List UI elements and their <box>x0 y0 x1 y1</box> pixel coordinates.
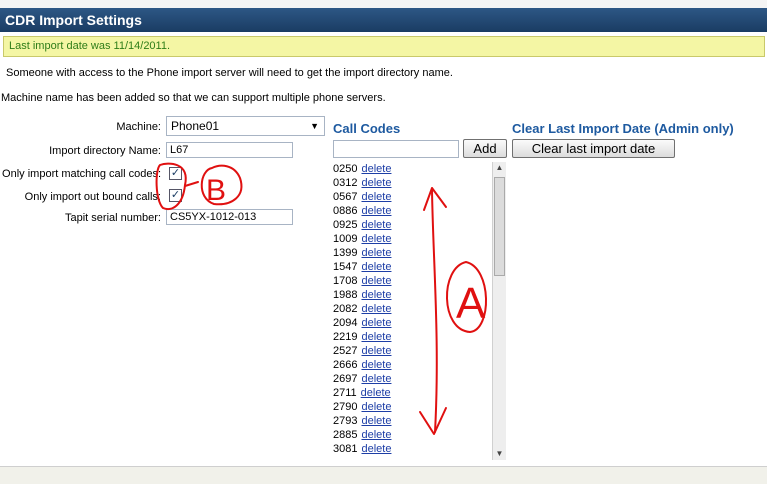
call-code-row: 1988 delete <box>333 288 506 302</box>
delete-call-code-link[interactable]: delete <box>361 345 391 357</box>
call-codes-heading: Call Codes <box>333 121 401 136</box>
delete-call-code-link[interactable]: delete <box>361 317 391 329</box>
delete-call-code-link[interactable]: delete <box>361 359 391 371</box>
call-code-row: 0312 delete <box>333 176 506 190</box>
delete-call-code-link[interactable]: delete <box>361 163 391 175</box>
match-call-codes-label: Only import matching call codes: <box>2 168 161 180</box>
match-call-codes-checkbox[interactable]: ✓ <box>169 167 182 180</box>
delete-call-code-link[interactable]: delete <box>361 205 391 217</box>
delete-call-code-link[interactable]: delete <box>361 247 391 259</box>
info-text-machine-name: Machine name has been added so that we c… <box>1 92 386 104</box>
delete-call-code-link[interactable]: delete <box>361 261 391 273</box>
call-code-value: 1708 <box>333 275 358 287</box>
call-code-row: 0925 delete <box>333 218 506 232</box>
delete-call-code-link[interactable]: delete <box>361 373 391 385</box>
call-code-value: 0312 <box>333 177 358 189</box>
call-code-value: 2082 <box>333 303 358 315</box>
annotation-b-connector <box>184 181 199 187</box>
call-code-row: 2094 delete <box>333 316 506 330</box>
call-code-row: 2711 delete <box>333 386 506 400</box>
delete-call-code-link[interactable]: delete <box>361 233 391 245</box>
call-code-value: 2666 <box>333 359 358 371</box>
scroll-down-icon[interactable]: ▼ <box>493 448 506 460</box>
call-code-value: 2697 <box>333 373 358 385</box>
call-code-row: 0250 delete <box>333 162 506 176</box>
call-code-row: 3081 delete <box>333 442 506 456</box>
call-code-row: 1547 delete <box>333 260 506 274</box>
annotation-b-label: B <box>206 174 226 207</box>
delete-call-code-link[interactable]: delete <box>361 415 391 427</box>
chevron-down-icon[interactable]: ▼ <box>310 117 319 135</box>
page-title: CDR Import Settings <box>0 8 767 32</box>
call-codes-scrollbar[interactable]: ▲ ▼ <box>492 162 506 460</box>
call-code-row: 2790 delete <box>333 400 506 414</box>
call-code-value: 2790 <box>333 401 358 413</box>
delete-call-code-link[interactable]: delete <box>361 331 391 343</box>
delete-call-code-link[interactable]: delete <box>361 219 391 231</box>
call-code-row: 0567 delete <box>333 190 506 204</box>
last-import-notice: Last import date was 11/14/2011. <box>3 36 765 57</box>
call-code-row: 2697 delete <box>333 372 506 386</box>
call-code-value: 0925 <box>333 219 358 231</box>
call-code-value: 2219 <box>333 331 358 343</box>
machine-label: Machine: <box>116 121 161 133</box>
call-code-value: 2527 <box>333 345 358 357</box>
call-code-value: 1399 <box>333 247 358 259</box>
call-code-value: 2793 <box>333 415 358 427</box>
delete-call-code-link[interactable]: delete <box>361 387 391 399</box>
call-codes-list[interactable]: 0250 delete 0312 delete 0567 delete 0886 delete… <box>333 162 506 462</box>
call-code-value: 1547 <box>333 261 358 273</box>
call-code-value: 3081 <box>333 443 358 455</box>
import-directory-input[interactable]: L67 <box>166 142 293 158</box>
call-code-input[interactable] <box>333 140 459 158</box>
call-code-value: 2094 <box>333 317 358 329</box>
scroll-up-icon[interactable]: ▲ <box>493 162 506 174</box>
call-code-row: 1708 delete <box>333 274 506 288</box>
call-code-row: 2527 delete <box>333 344 506 358</box>
call-code-row: 2219 delete <box>333 330 506 344</box>
clear-import-heading: Clear Last Import Date (Admin only) <box>512 121 734 136</box>
serial-number-input[interactable]: CS5YX-1012-013 <box>166 209 293 225</box>
call-code-value: 1009 <box>333 233 358 245</box>
call-code-row: 2885 delete <box>333 428 506 442</box>
delete-call-code-link[interactable]: delete <box>361 443 391 455</box>
outbound-calls-label: Only import out bound calls: <box>24 191 161 203</box>
delete-call-code-link[interactable]: delete <box>361 303 391 315</box>
delete-call-code-link[interactable]: delete <box>361 177 391 189</box>
call-code-value: 0567 <box>333 191 358 203</box>
annotation-b-loop <box>200 164 243 206</box>
page-footer <box>0 466 767 484</box>
delete-call-code-link[interactable]: delete <box>361 429 391 441</box>
call-code-value: 1988 <box>333 289 358 301</box>
outbound-calls-checkbox[interactable]: ✓ <box>169 189 182 202</box>
call-code-value: 2885 <box>333 429 358 441</box>
scrollbar-thumb[interactable] <box>494 177 505 276</box>
call-code-value: 2711 <box>333 387 357 399</box>
delete-call-code-link[interactable]: delete <box>361 191 391 203</box>
call-code-row: 0886 delete <box>333 204 506 218</box>
delete-call-code-link[interactable]: delete <box>361 275 391 287</box>
delete-call-code-link[interactable]: delete <box>361 289 391 301</box>
delete-call-code-link[interactable]: delete <box>361 401 391 413</box>
import-directory-label: Import directory Name: <box>49 145 161 157</box>
call-code-row: 1009 delete <box>333 232 506 246</box>
call-code-row: 2793 delete <box>333 414 506 428</box>
call-code-row: 1399 delete <box>333 246 506 260</box>
call-code-value: 0250 <box>333 163 358 175</box>
info-text-import-directory: Someone with access to the Phone import … <box>6 67 453 79</box>
machine-select[interactable]: Phone01 ▼ <box>166 116 325 136</box>
machine-select-value: Phone01 <box>171 119 220 133</box>
add-call-code-button[interactable]: Add <box>463 139 507 158</box>
call-code-row: 2666 delete <box>333 358 506 372</box>
call-code-value: 0886 <box>333 205 358 217</box>
clear-last-import-date-button[interactable]: Clear last import date <box>512 139 675 158</box>
serial-number-label: Tapit serial number: <box>65 212 161 224</box>
call-code-row: 2082 delete <box>333 302 506 316</box>
